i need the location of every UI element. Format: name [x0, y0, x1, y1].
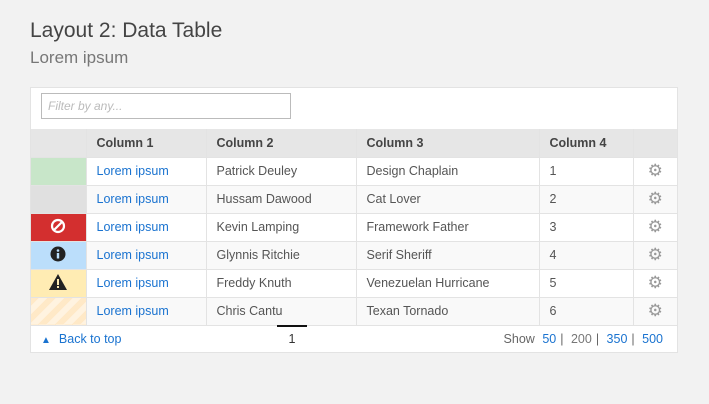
row-link[interactable]: Lorem ipsum: [97, 164, 169, 178]
cell-col3: Framework Father: [356, 213, 540, 242]
cell-col4: 3: [539, 213, 634, 242]
status-cell-error: [31, 213, 87, 242]
table-row: Lorem ipsum Freddy Knuth Venezuelan Hurr…: [31, 269, 677, 298]
cell-col4: 6: [539, 297, 634, 326]
status-cell-info: [31, 241, 87, 270]
cell-col3: Cat Lover: [356, 185, 540, 214]
cell-col1: Lorem ipsum: [86, 297, 207, 326]
cell-col4: 1: [539, 157, 634, 186]
data-table: Column 1 Column 2 Column 3 Column 4 Lore…: [31, 129, 677, 326]
cell-col1: Lorem ipsum: [86, 269, 207, 298]
row-settings-button[interactable]: ⚙: [633, 213, 677, 242]
actions-column-header: [633, 129, 677, 158]
status-cell-pending: [31, 297, 87, 326]
table-row: Lorem ipsum Hussam Dawood Cat Lover 2 ⚙: [31, 185, 677, 214]
gear-icon: ⚙: [647, 245, 663, 264]
table-row: Lorem ipsum Glynnis Ritchie Serif Sherif…: [31, 241, 677, 270]
cell-col1: Lorem ipsum: [86, 213, 207, 242]
row-settings-button[interactable]: ⚙: [633, 241, 677, 270]
cell-col1: Lorem ipsum: [86, 241, 207, 270]
cell-col2: Patrick Deuley: [206, 157, 357, 186]
caret-up-icon: ▲: [41, 335, 51, 346]
page-title: Layout 2: Data Table: [30, 19, 223, 42]
page-1[interactable]: 1: [277, 325, 307, 346]
row-settings-button[interactable]: ⚙: [633, 269, 677, 298]
warning-icon: [49, 273, 68, 293]
table-row: Lorem ipsum Kevin Lamping Framework Fath…: [31, 213, 677, 242]
cell-col3: Design Chaplain: [356, 157, 540, 186]
column-header[interactable]: Column 3: [356, 129, 540, 158]
back-to-top-label: Back to top: [58, 332, 122, 346]
cell-col4: 2: [539, 185, 634, 214]
column-header[interactable]: Column 1: [86, 129, 207, 158]
gear-icon: ⚙: [647, 161, 663, 180]
cell-col3: Texan Tornado: [356, 297, 540, 326]
row-settings-button[interactable]: ⚙: [633, 297, 677, 326]
cell-col4: 5: [539, 269, 634, 298]
table-row: Lorem ipsum Chris Cantu Texan Tornado 6 …: [31, 297, 677, 326]
row-settings-button[interactable]: ⚙: [633, 185, 677, 214]
gear-icon: ⚙: [647, 273, 663, 292]
cell-col1: Lorem ipsum: [86, 185, 207, 214]
cell-col3: Serif Sheriff: [356, 241, 540, 270]
column-header[interactable]: Column 4: [539, 129, 634, 158]
cell-col3: Venezuelan Hurricane: [356, 269, 540, 298]
separator: |: [595, 332, 600, 346]
cell-col2: Freddy Knuth: [206, 269, 357, 298]
separator: |: [631, 332, 635, 346]
status-cell-neutral: [31, 185, 87, 214]
show-label: Show: [503, 332, 535, 346]
back-to-top-link[interactable]: ▲ Back to top: [41, 332, 121, 346]
gear-icon: ⚙: [647, 189, 663, 208]
filter-input[interactable]: [41, 93, 291, 119]
table-header: Column 1 Column 2 Column 3 Column 4: [31, 129, 677, 158]
page-size-200: 200: [570, 332, 592, 346]
row-link[interactable]: Lorem ipsum: [97, 304, 169, 318]
column-header[interactable]: Column 2: [206, 129, 357, 158]
row-settings-button[interactable]: ⚙: [633, 157, 677, 186]
cell-col2: Kevin Lamping: [206, 213, 357, 242]
status-cell-success: [31, 157, 87, 186]
table-footer: ▲ Back to top 1 Show 50 | 200 | 350 | 500: [31, 325, 677, 353]
cell-col1: Lorem ipsum: [86, 157, 207, 186]
status-cell-warning: [31, 269, 87, 298]
row-link[interactable]: Lorem ipsum: [97, 276, 169, 290]
page-size-50[interactable]: 50: [542, 332, 556, 346]
row-link[interactable]: Lorem ipsum: [97, 248, 169, 262]
page-subtitle: Lorem ipsum: [30, 48, 129, 67]
page-size-350[interactable]: 350: [607, 332, 628, 346]
info-icon: [50, 246, 66, 265]
cell-col4: 4: [539, 241, 634, 270]
separator: |: [560, 332, 564, 346]
data-table-panel: Column 1 Column 2 Column 3 Column 4 Lore…: [30, 87, 678, 353]
cell-col2: Hussam Dawood: [206, 185, 357, 214]
ban-icon: [50, 218, 66, 237]
row-link[interactable]: Lorem ipsum: [97, 220, 169, 234]
cell-col2: Glynnis Ritchie: [206, 241, 357, 270]
table-row: Lorem ipsum Patrick Deuley Design Chapla…: [31, 157, 677, 186]
page-size-selector: Show 50 | 200 | 350 | 500: [504, 332, 667, 346]
page-size-500[interactable]: 500: [642, 332, 663, 346]
gear-icon: ⚙: [647, 217, 663, 236]
status-column-header: [31, 129, 87, 158]
gear-icon: ⚙: [647, 301, 663, 320]
cell-col2: Chris Cantu: [206, 297, 357, 326]
row-link[interactable]: Lorem ipsum: [97, 192, 169, 206]
